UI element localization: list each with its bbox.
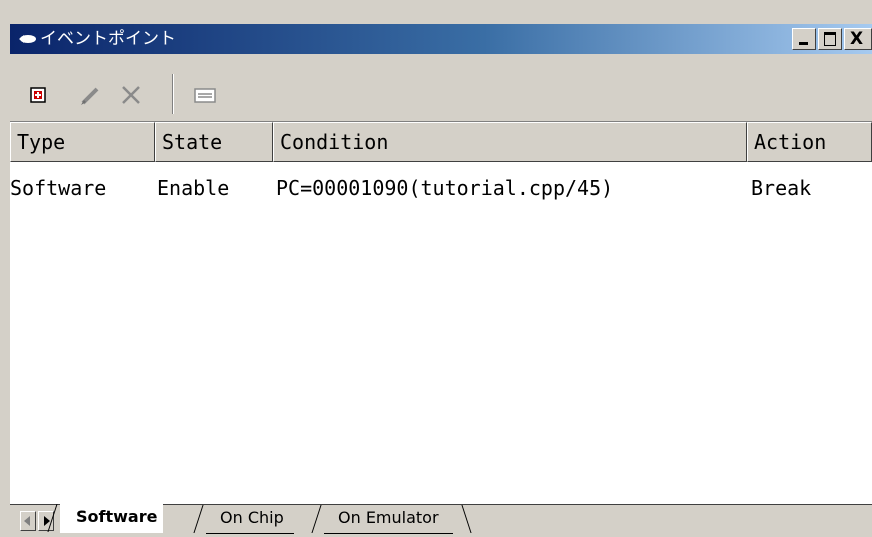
eventpoint-icon [19, 35, 36, 43]
list-row[interactable]: Software Enable PC=00001090(tutorial.cpp… [10, 172, 872, 204]
tab-on-emulator[interactable]: On Emulator [324, 505, 453, 534]
tab-bar: Software On Chip On Emulator [10, 504, 872, 537]
title-bar[interactable]: イベントポイント X [10, 24, 872, 54]
close-icon: X [850, 29, 864, 49]
edit-icon[interactable] [78, 82, 104, 108]
list-header: Type State Condition Action [10, 122, 872, 162]
cell-action: Break [751, 176, 812, 200]
column-header-state[interactable]: State [155, 122, 273, 162]
column-header-type[interactable]: Type [10, 122, 155, 162]
maximize-button[interactable] [818, 28, 842, 50]
delete-icon[interactable] [118, 82, 144, 108]
cell-type: Software [10, 176, 107, 200]
properties-icon[interactable] [192, 82, 218, 108]
cell-state: Enable [157, 176, 230, 200]
column-header-condition[interactable]: Condition [273, 122, 747, 162]
column-header-action[interactable]: Action [747, 122, 872, 162]
close-button[interactable]: X [844, 28, 872, 50]
toolbar [10, 54, 872, 120]
arrow-left-icon [24, 516, 30, 526]
event-point-window: イベントポイント X Type State Condition Action S… [0, 0, 872, 537]
tab-on-chip[interactable]: On Chip [206, 505, 294, 534]
eventpoint-list[interactable]: Type State Condition Action Software Ena… [10, 121, 872, 504]
add-icon[interactable] [26, 82, 52, 108]
cell-condition: PC=00001090(tutorial.cpp/45) [276, 176, 614, 200]
window-title: イベントポイント [40, 29, 176, 49]
tab-strip-end [461, 505, 484, 533]
toolbar-separator [172, 74, 174, 114]
tab-software[interactable]: Software [60, 504, 164, 533]
minimize-button[interactable] [792, 28, 816, 50]
tab-scroll-left-button[interactable] [20, 511, 36, 531]
